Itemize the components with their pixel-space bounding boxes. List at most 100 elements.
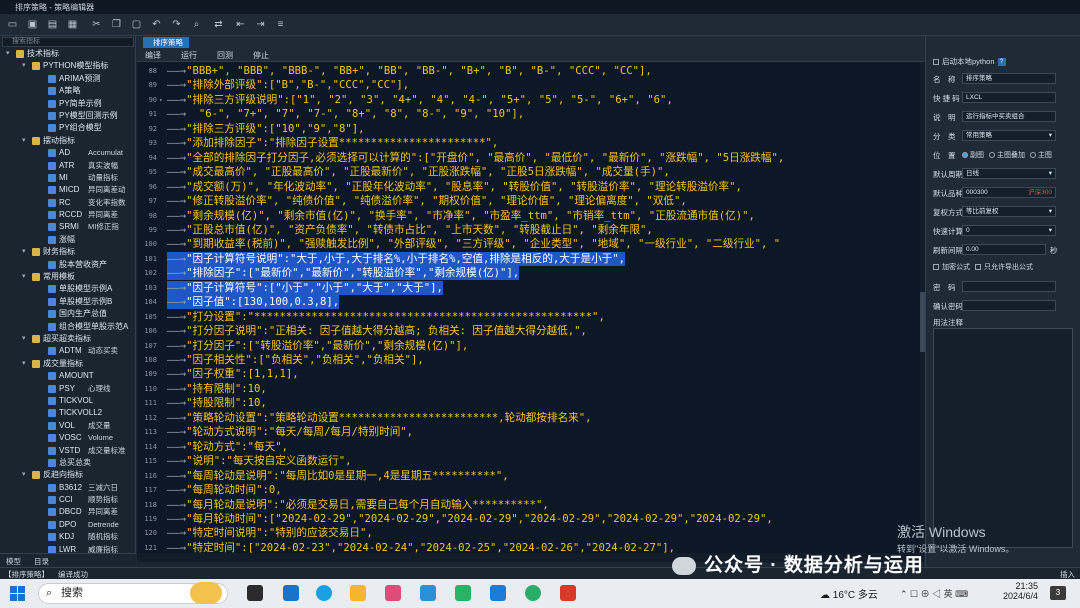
tree-folder[interactable]: ▾ 技术指标 [0,48,135,60]
code-line[interactable]: ——→"因子值":[130,100,0.3,8], [167,295,340,310]
weather-widget[interactable]: ☁ 16°C 多云 [820,586,878,601]
refresh-field[interactable]: 0.00 [962,244,1046,255]
tree-item[interactable]: 单股模型示例A [0,283,135,295]
tree-item[interactable]: ARIMA预测 [0,73,135,85]
wps-app-icon[interactable] [560,585,576,601]
code-line[interactable]: ——→"说明":"每天按自定义函数运行", [167,454,352,468]
password-field[interactable] [962,281,1056,292]
code-line[interactable]: ——→"每月轮动时间":["2024-02-29","2024-02-29","… [167,512,773,526]
code-line[interactable]: ——→"因子计算符号说明":"大于,小于,大于排名%,小于排名%,空值,排除是相… [167,251,626,266]
code-line[interactable]: ——→"剩余规模(亿)", "剩余市值(亿)", "换手率", "市净率", "… [167,209,755,223]
run-button[interactable]: 运行 [181,50,197,61]
tree-item[interactable]: 总买总卖 [0,457,135,469]
tree-item[interactable]: RC 变化率指数 [0,197,135,209]
tree-item[interactable]: MI 动量指标 [0,172,135,184]
code-line[interactable]: ——→"全部的排除因子打分因子,必须选择可以计算的":["开盘价", "最高价"… [167,151,784,165]
code-line[interactable]: ——→"每周轮动是说明":"每周比如0是星期一,4是星期五**********"… [167,469,509,483]
code-line[interactable]: ——→"轮动方式":"每天", [167,440,288,454]
default-code-field[interactable]: 000300 沪深300 [962,187,1056,198]
code-line[interactable]: ——→"持股限制":10, [167,396,267,410]
tree-folder[interactable]: ▾ 财务指标 [0,246,135,258]
tree-item[interactable]: ATR 真实波幅 [0,160,135,172]
tree-item[interactable]: RCCD 异同离差 [0,209,135,221]
code-line[interactable]: ——→"策略轮动设置":"策略轮动设置*********************… [167,411,592,425]
export-only-checkbox[interactable]: 只允许导出公式 [975,262,1033,272]
expand-toggle-icon[interactable]: ▾ [22,135,26,147]
replace-icon[interactable]: ⇄ [212,18,225,31]
tree-item[interactable]: TICKVOLL2 [0,407,135,419]
code-line[interactable]: ——→"因子权重":[1,1,1], [167,367,299,381]
tree-item[interactable]: PY模型回测示例 [0,110,135,122]
code-line[interactable]: ——→ "6-", "7+", "7", "7-", "8+", "8", "8… [167,107,524,121]
tab-sort-strategy[interactable]: 排序策略 [143,37,189,48]
windows-start-icon[interactable] [10,586,25,601]
expand-toggle-icon[interactable]: ▾ [22,333,26,345]
code-line[interactable]: ——→"打分因子说明":"正相关: 因子值越大得分越高; 负相关: 因子值越大得… [167,324,587,338]
save-as-icon[interactable]: ▤ [46,18,59,31]
tree-item[interactable]: PY简单示例 [0,98,135,110]
tree-item[interactable]: VOL 成交量 [0,420,135,432]
position-overlay-radio[interactable]: 主图叠加 [988,152,1025,159]
expand-toggle-icon[interactable]: ▾ [22,271,26,283]
tree-item[interactable]: SRMI MI修正指 [0,221,135,233]
adjust-select[interactable]: 等比前复权 ▾ [962,206,1056,217]
description-field[interactable]: 运行指标中买卖组合 [962,111,1056,122]
notes-textarea[interactable] [933,328,1073,548]
code-line[interactable]: ——→"持有限制":10, [167,382,267,396]
tree-item[interactable]: AMOUNT [0,370,135,382]
find-icon[interactable]: ⌕ [190,18,203,31]
sidebar-search-input[interactable]: 搜索指标 [2,37,134,47]
tree-item[interactable]: AD Accumulat [0,147,135,159]
compile-button[interactable]: 编译 [145,50,161,61]
encrypt-checkbox[interactable]: 加密公式 [933,262,970,272]
tree-item[interactable]: ADTM 动态买卖 [0,345,135,357]
tree-item[interactable]: DBCD 异同离差 [0,506,135,518]
shortcode-field[interactable]: LXCL [962,92,1056,103]
paste-icon[interactable]: ▢ [130,18,143,31]
edge-browser-icon[interactable] [316,585,332,601]
file-explorer-icon[interactable] [350,585,366,601]
tree-item[interactable]: A策略 [0,85,135,97]
backtest-button[interactable]: 回测 [217,50,233,61]
notification-badge[interactable]: 3 [1050,586,1066,600]
tree-item[interactable]: DPO Detrende [0,519,135,531]
redo-icon[interactable]: ↷ [170,18,183,31]
new-file-icon[interactable]: ▭ [6,18,19,31]
tree-item[interactable]: 组合模型单股示范A [0,321,135,333]
code-line[interactable]: ——→"特定时间说明":"特别的应该交易日", [167,526,373,540]
code-editor[interactable]: 88 89 90 ▾ 91 92 93 94 95 96 97 98 99 100 101 102 103 104… [137,62,924,558]
copy-icon[interactable]: ❐ [110,18,123,31]
category-select[interactable]: 常用策略 ▾ [962,130,1056,141]
mail-app-icon[interactable] [283,585,299,601]
help-icon[interactable]: ? [997,58,1006,67]
expand-toggle-icon[interactable]: ▾ [22,358,26,370]
code-line[interactable]: ——→"排除因子":["最新价","最新价","转股溢价率","剩余规模(亿)"… [167,266,520,281]
tree-folder[interactable]: ▾ 摆动指标 [0,135,135,147]
tray-icons[interactable]: ⌃ ☐ ⊕ ◁ 英 ⌨ [900,587,968,600]
tree-item[interactable]: 单股模型示例B [0,296,135,308]
cut-icon[interactable]: ✂ [90,18,103,31]
strategy-app-icon[interactable] [420,585,436,601]
code-line[interactable]: ——→"到期收益率(税前)", "强赎触发比例", "外部评级", "三方评级"… [167,237,780,251]
comment-icon[interactable]: ≡ [274,18,287,31]
code-line[interactable]: ——→"打分因子":["转股溢价率","最新价","剩余规模(亿)"], [167,339,468,353]
local-python-checkbox[interactable]: 启动本地python? [933,56,1006,67]
tree-folder[interactable]: ▾ 成交量指标 [0,358,135,370]
tree-item[interactable]: LWR 威廉指标 [0,544,135,553]
store-app-icon[interactable] [385,585,401,601]
terminal-app-icon[interactable] [455,585,471,601]
tab-models[interactable]: 模型 [6,556,21,567]
clock[interactable]: 21:35 2024/6/4 [996,581,1038,601]
default-period-select[interactable]: 日线 ▾ [962,168,1056,179]
indent-icon[interactable]: ⇥ [254,18,267,31]
tree-item[interactable]: VSTD 成交量标准 [0,445,135,457]
code-line[interactable]: ——→"BBB+", "BBB", "BBB-", "BB+", "BB", "… [167,64,652,78]
code-line[interactable]: ——→"轮动方式说明":"每天/每周/每月/特别时间", [167,425,413,439]
tree-item[interactable]: 股本营收资产 [0,259,135,271]
tree-item[interactable]: VOSC Volume [0,432,135,444]
expand-toggle-icon[interactable]: ▾ [22,60,26,72]
position-main-radio[interactable]: 主图 [1029,152,1052,159]
tree-item[interactable]: 涨幅 [0,234,135,246]
code-line[interactable]: ——→"正股总市值(亿)", "资产负债率", "转债市占比", "上市天数",… [167,223,653,237]
tree-item[interactable]: PSY 心理线 [0,383,135,395]
